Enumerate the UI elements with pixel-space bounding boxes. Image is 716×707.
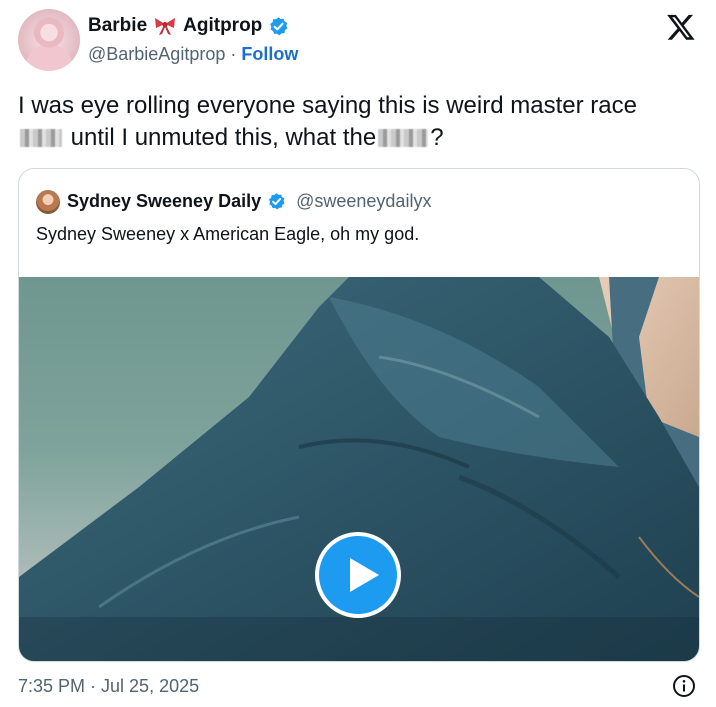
censored-word	[20, 129, 62, 147]
tweet-text-line1: I was eye rolling everyone saying this i…	[18, 92, 637, 119]
tweet-text-line2: until I unmuted this, what the?	[18, 122, 698, 154]
censored-word	[378, 129, 429, 147]
author-display-name-second[interactable]: Agitprop	[183, 15, 262, 37]
tweet-header: Barbie Agitprop @BarbieAgitprop · Follow	[0, 0, 716, 80]
author-name-row[interactable]: Barbie Agitprop	[88, 13, 289, 39]
verified-badge-icon	[268, 16, 289, 37]
info-icon[interactable]	[672, 674, 696, 698]
quoted-author-display-name[interactable]: Sydney Sweeney Daily	[67, 191, 261, 212]
tweet-text-line2-part2: ?	[430, 124, 444, 151]
x-logo-icon[interactable]	[666, 12, 696, 42]
author-handle-row: @BarbieAgitprop · Follow	[88, 44, 298, 65]
quoted-author-avatar[interactable]	[36, 190, 60, 214]
follow-button[interactable]: Follow	[241, 44, 298, 64]
tweet-timestamp[interactable]: 7:35 PM · Jul 25, 2025	[18, 676, 199, 697]
author-avatar[interactable]	[18, 9, 80, 71]
handle-separator: ·	[225, 44, 242, 64]
play-button[interactable]	[315, 532, 401, 618]
tweet-text: I was eye rolling everyone saying this i…	[18, 90, 698, 154]
quoted-tweet-text: Sydney Sweeney x American Eagle, oh my g…	[36, 224, 420, 244]
quoted-tweet-card[interactable]: Sydney Sweeney Daily @sweeneydailyx Sydn…	[18, 168, 700, 662]
author-display-name-first[interactable]: Barbie	[88, 15, 147, 37]
verified-badge-icon	[267, 192, 286, 211]
quoted-author-row[interactable]: Sydney Sweeney Daily @sweeneydailyx	[67, 188, 431, 214]
play-icon	[350, 558, 379, 592]
bow-icon	[153, 16, 177, 36]
video-thumbnail[interactable]	[19, 277, 699, 661]
author-handle[interactable]: @BarbieAgitprop	[88, 44, 225, 64]
tweet-text-line2-part1: until I unmuted this, what the	[64, 124, 377, 151]
quoted-author-handle[interactable]: @sweeneydailyx	[296, 191, 431, 212]
